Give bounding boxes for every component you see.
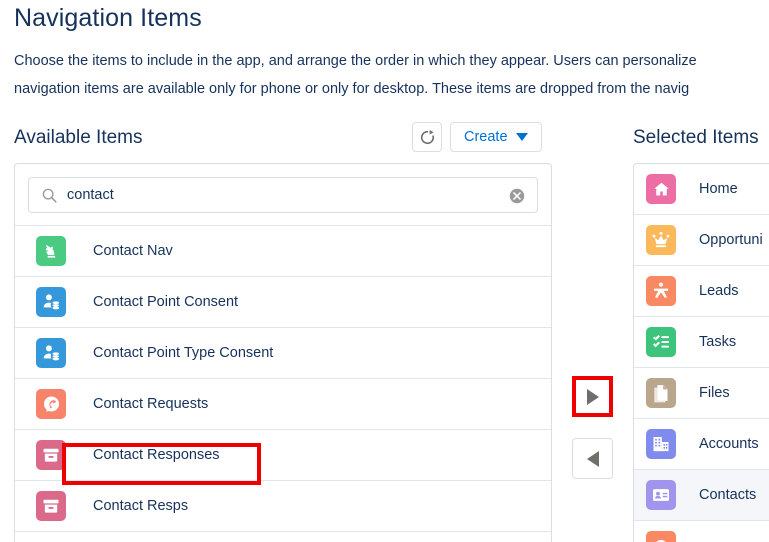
- checklist-icon: [646, 327, 676, 357]
- create-button[interactable]: Create: [450, 122, 542, 152]
- search-box[interactable]: [28, 177, 538, 213]
- list-item[interactable]: Tasks: [634, 317, 769, 368]
- page-title: Navigation Items: [14, 4, 202, 32]
- list-item[interactable]: Contact Resps: [15, 481, 551, 532]
- clear-icon[interactable]: [508, 187, 526, 205]
- available-items-actions: Create: [412, 122, 542, 152]
- list-item[interactable]: Files: [634, 368, 769, 419]
- archive-box-icon: [36, 440, 66, 470]
- reply-bubble-icon: [36, 389, 66, 419]
- arrow-left-icon: [586, 450, 599, 467]
- person-star-icon: [646, 276, 676, 306]
- chess-knight-icon: [36, 236, 66, 266]
- refresh-button[interactable]: [412, 122, 442, 152]
- list-item[interactable]: Contact Requests: [15, 379, 551, 430]
- crown-icon: [646, 225, 676, 255]
- person-layers-icon: [36, 287, 66, 317]
- person-layers-icon: [36, 338, 66, 368]
- search-input[interactable]: [29, 178, 537, 212]
- list-item-label: Contacts: [699, 487, 757, 503]
- list-item[interactable]: Accounts: [634, 419, 769, 470]
- move-right-button[interactable]: [572, 376, 613, 417]
- list-item[interactable]: Opportuni: [634, 215, 769, 266]
- selected-items-panel: Home Opportuni Leads Tasks Files Account…: [633, 163, 769, 542]
- list-item-label: Contact Responses: [93, 447, 220, 463]
- files-icon: [646, 378, 676, 408]
- home-icon: [646, 174, 676, 204]
- available-items-list: Contact Nav Contact Point Consent Contac…: [15, 225, 551, 532]
- available-items-heading: Available Items: [14, 127, 143, 148]
- search-icon: [41, 187, 58, 209]
- search-container: [15, 164, 551, 225]
- navigation-items-page: Navigation Items Choose the items to inc…: [0, 0, 769, 542]
- list-item-label: Leads: [699, 283, 739, 299]
- list-item-label: Opportuni: [699, 232, 763, 248]
- selected-items-heading: Selected Items: [633, 127, 759, 148]
- page-description: Choose the items to include in the app, …: [14, 47, 769, 103]
- list-item[interactable]: Contact Responses: [15, 430, 551, 481]
- chevron-down-icon: [515, 133, 528, 141]
- list-item[interactable]: Contacts: [634, 470, 769, 521]
- list-item-label: Contact Point Type Consent: [93, 345, 274, 361]
- partial-icon: [646, 531, 676, 542]
- arrow-right-icon: [586, 388, 599, 405]
- list-item-label: Contact Nav: [93, 243, 173, 259]
- list-item-label: Home: [699, 181, 738, 197]
- list-item-label: Contact Resps: [93, 498, 189, 514]
- page-description-line1: Choose the items to include in the app, …: [14, 53, 697, 69]
- list-item-label: Contact Requests: [93, 396, 209, 412]
- list-item[interactable]: Home: [634, 164, 769, 215]
- refresh-icon: [419, 129, 436, 146]
- list-item-label: Contact Point Consent: [93, 294, 239, 310]
- building-icon: [646, 429, 676, 459]
- create-button-label: Create: [464, 129, 508, 145]
- selected-items-list: Home Opportuni Leads Tasks Files Account…: [634, 164, 769, 542]
- list-item[interactable]: Contact Point Type Consent: [15, 328, 551, 379]
- list-item-label: Tasks: [699, 334, 737, 350]
- move-controls: [572, 376, 613, 479]
- list-item[interactable]: Contact Nav: [15, 226, 551, 277]
- list-item[interactable]: Leads: [634, 266, 769, 317]
- list-item[interactable]: [634, 521, 769, 542]
- archive-box-icon: [36, 491, 66, 521]
- move-left-button[interactable]: [572, 438, 613, 479]
- list-item-label: Accounts: [699, 436, 759, 452]
- page-description-line2: navigation items are available only for …: [14, 81, 690, 97]
- id-card-icon: [646, 480, 676, 510]
- list-item-label: Files: [699, 385, 730, 401]
- available-items-panel: Contact Nav Contact Point Consent: [14, 163, 552, 542]
- list-item[interactable]: Contact Point Consent: [15, 277, 551, 328]
